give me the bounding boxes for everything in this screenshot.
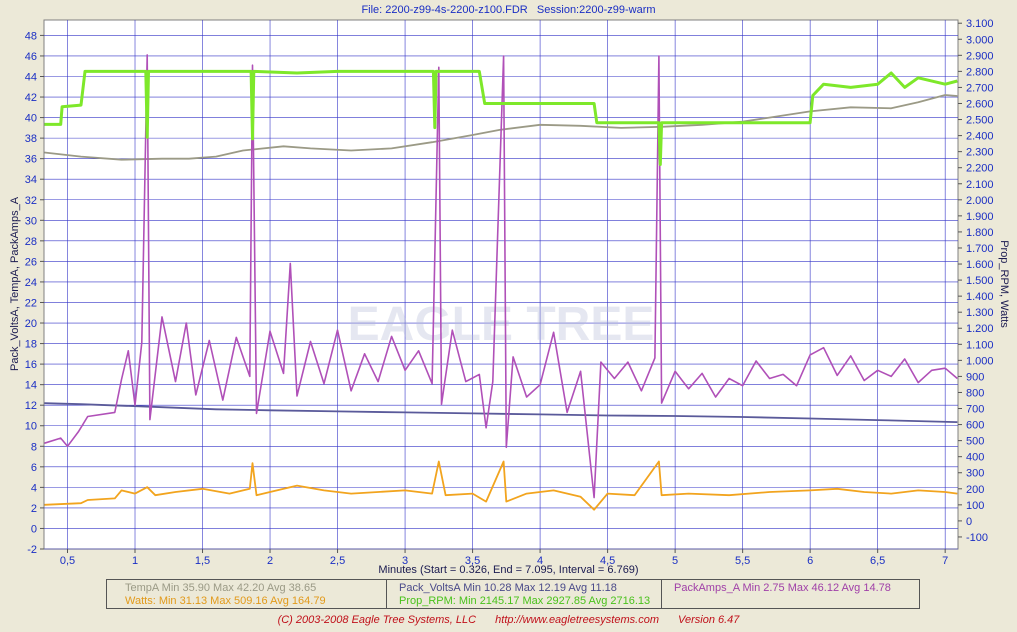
right-axis-title: Prop_RPM, Watts [998, 240, 1010, 328]
website-link[interactable]: http://www.eagletreesystems.com [495, 614, 659, 626]
y-right-tick-label: 1.700 [966, 243, 994, 255]
legend-line-amps: PackAmps_A Min 2.75 Max 46.12 Avg 14.78 [674, 582, 899, 594]
y-right-tick-label: 1.000 [966, 355, 994, 367]
y-left-tick-label: 14 [25, 380, 37, 392]
left-axis-title: Pack_VoltsA, TempA, PackAmps_A [9, 196, 21, 371]
y-right-tick-label: 400 [966, 452, 984, 464]
y-left-tick-label: 32 [25, 195, 37, 207]
y-right-tick-label: 100 [966, 500, 984, 512]
y-left-tick-label: 18 [25, 339, 37, 351]
y-left-tick-label: 16 [25, 359, 37, 371]
legend-line-tempa: TempA Min 35.90 Max 42.20 Avg 38.65 [125, 582, 324, 594]
y-right-tick-label: 900 [966, 371, 984, 383]
y-left-tick-label: 24 [25, 277, 37, 289]
y-right-tick-label: 2.300 [966, 147, 994, 159]
legend: TempA Min 35.90 Max 42.20 Avg 38.65 Watt… [106, 579, 920, 609]
y-left-tick-label: 44 [25, 71, 37, 83]
y-left-tick-label: 8 [31, 441, 37, 453]
y-right-tick-label: 0 [966, 516, 972, 528]
y-right-tick-label: 800 [966, 387, 984, 399]
y-right-tick-label: 1.900 [966, 211, 994, 223]
right-axis: -100 0 100 200 300 400 500 600 700 800 900 1.000 1.1… [958, 18, 994, 544]
legend-amps: PackAmps_A Min 2.75 Max 46.12 Avg 14.78 [674, 582, 891, 594]
y-right-tick-label: 300 [966, 468, 984, 480]
y-right-tick-label: 3.100 [966, 18, 994, 30]
y-left-tick-label: 0 [31, 523, 37, 535]
legend-rpm: Prop_RPM: Min 2145.17 Max 2927.85 Avg 27… [399, 595, 651, 607]
left-axis: -202468101214161820222426283032343638404… [25, 30, 44, 556]
y-right-tick-label: 500 [966, 436, 984, 448]
y-left-tick-label: -2 [27, 544, 37, 556]
y-right-tick-label: 2.900 [966, 50, 994, 62]
y-right-tick-label: 1.600 [966, 259, 994, 271]
y-right-tick-label: 2.100 [966, 179, 994, 191]
legend-volts: Pack_VoltsA Min 10.28 Max 12.19 Avg 11.1… [399, 582, 617, 594]
legend-group-1: TempA Min 35.90 Max 42.20 Avg 38.65 Watt… [107, 580, 387, 608]
y-right-tick-label: 1.300 [966, 307, 994, 319]
legend-group-2: Pack_VoltsA Min 10.28 Max 12.19 Avg 11.1… [387, 580, 662, 608]
y-right-tick-label: 600 [966, 420, 984, 432]
y-left-tick-label: 20 [25, 318, 37, 330]
y-left-tick-label: 38 [25, 133, 37, 145]
y-left-tick-label: 26 [25, 256, 37, 268]
y-left-tick-label: 10 [25, 421, 37, 433]
y-right-tick-label: -100 [966, 532, 988, 544]
legend-watts: Watts: Min 31.13 Max 509.16 Avg 164.79 [125, 595, 326, 607]
version: Version 6.47 [678, 614, 740, 626]
y-left-tick-label: 42 [25, 92, 37, 104]
y-left-tick-label: 2 [31, 503, 37, 515]
legend-line-watts: Watts: Min 31.13 Max 509.16 Avg 164.79 [125, 595, 334, 607]
y-right-tick-label: 2.000 [966, 195, 994, 207]
chart: EAGLE TREE -2024681012141618202224262830… [9, 18, 1010, 567]
y-right-tick-label: 2.400 [966, 131, 994, 143]
y-left-tick-label: 6 [31, 462, 37, 474]
y-left-tick-label: 28 [25, 236, 37, 248]
y-left-tick-label: 36 [25, 154, 37, 166]
y-right-tick-label: 2.800 [966, 66, 994, 78]
legend-group-3: PackAmps_A Min 2.75 Max 46.12 Avg 14.78 [662, 580, 919, 608]
y-left-tick-label: 12 [25, 400, 37, 412]
y-right-tick-label: 1.400 [966, 291, 994, 303]
copyright: (C) 2003-2008 Eagle Tree Systems, LLC [277, 614, 477, 626]
y-right-tick-label: 2.700 [966, 82, 994, 94]
y-right-tick-label: 2.200 [966, 163, 994, 175]
y-right-tick-label: 3.000 [966, 34, 994, 46]
y-left-tick-label: 22 [25, 297, 37, 309]
y-right-tick-label: 1.100 [966, 339, 994, 351]
y-left-tick-label: 4 [31, 482, 37, 494]
legend-tempa: TempA Min 35.90 Max 42.20 Avg 38.65 [125, 582, 317, 594]
y-left-tick-label: 46 [25, 51, 37, 63]
x-axis-title: Minutes (Start = 0.326, End = 7.095, Int… [378, 564, 639, 576]
footer: (C) 2003-2008 Eagle Tree Systems, LLC ht… [0, 614, 1017, 626]
y-left-tick-label: 30 [25, 215, 37, 227]
y-right-tick-label: 1.200 [966, 323, 994, 335]
y-right-tick-label: 1.800 [966, 227, 994, 239]
y-right-tick-label: 2.500 [966, 115, 994, 127]
y-right-tick-label: 2.600 [966, 98, 994, 110]
legend-line-rpm: Prop_RPM: Min 2145.17 Max 2927.85 Avg 27… [399, 595, 658, 607]
y-left-tick-label: 48 [25, 30, 37, 42]
y-left-tick-label: 34 [25, 174, 37, 186]
y-right-tick-label: 200 [966, 484, 984, 496]
y-right-tick-label: 1.500 [966, 275, 994, 287]
legend-line-volts: Pack_VoltsA Min 10.28 Max 12.19 Avg 11.1… [399, 582, 625, 594]
y-left-tick-label: 40 [25, 113, 37, 125]
y-right-tick-label: 700 [966, 404, 984, 416]
